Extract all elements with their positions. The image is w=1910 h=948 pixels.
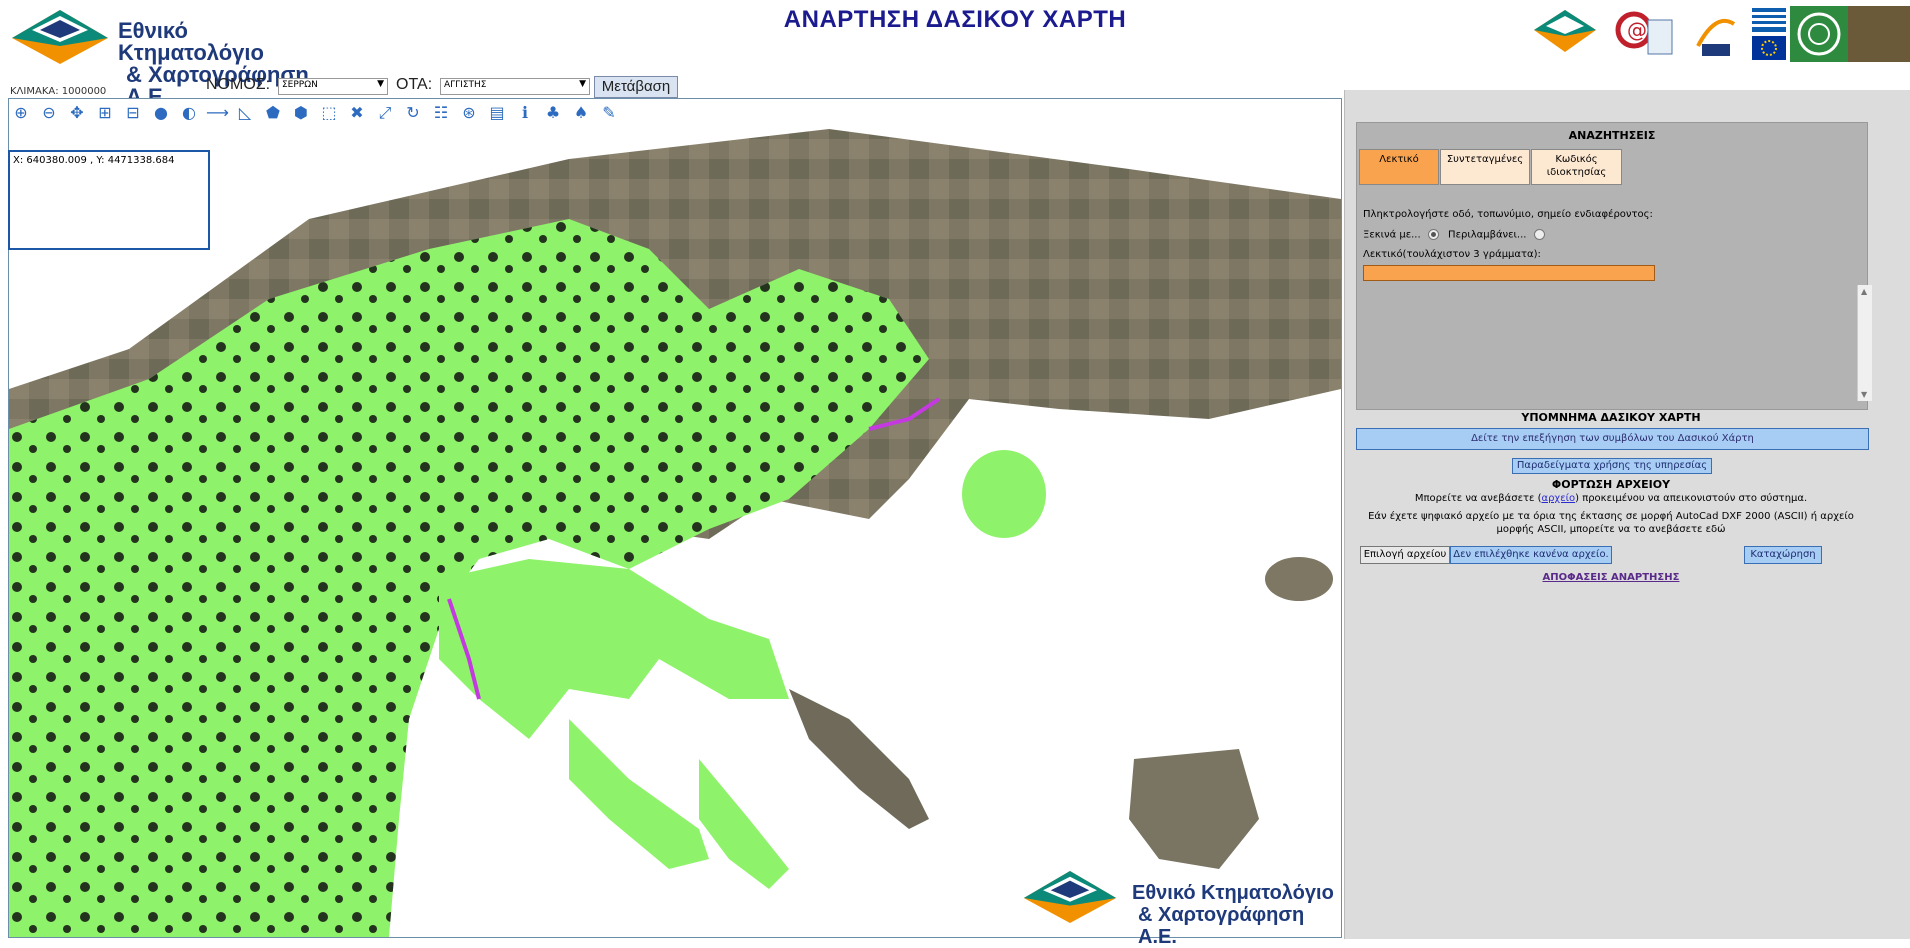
measure-distance-icon[interactable]: ⟶ [206,102,229,124]
select-icon[interactable]: ⬚ [318,102,340,124]
results-scrollbar[interactable]: ▲ ▼ [1857,285,1872,401]
layers-icon[interactable]: ▤ [486,102,508,124]
upload-text-after: ) προκειμένου να απεικονιστούν στο σύστη… [1575,493,1808,504]
partner-logos: @ [1530,2,1910,66]
search-field-label: Λεκτικό(τουλάχιστον 3 γράμματα): [1363,249,1541,260]
zoom-box-icon[interactable]: ⊞ [94,102,116,124]
upload-file-link[interactable]: αρχείο [1541,493,1575,504]
tree-icon[interactable]: ♠ [570,102,592,124]
measure-angle-icon[interactable]: ◺ [234,102,256,124]
coordinates-box: X: 640380.009 , Y: 4471338.684 [8,150,210,250]
tab-text-search[interactable]: Λεκτικό [1359,149,1439,185]
information-society-logo-icon: @ [1615,11,1673,55]
upload-instructions: Εάν έχετε ψηφιακό αρχείο με τα όρια της … [1356,510,1866,536]
upload-instructions-line2: μορφής ASCII, μπορείτε να το ανεβάσετε ε… [1496,524,1726,535]
forest-tree-icon[interactable]: ♣ [542,102,564,124]
go-button[interactable]: Μετάβαση [594,76,678,98]
pan-icon[interactable]: ✥ [66,102,88,124]
coordinates-readout: X: 640380.009 , Y: 4471338.684 [13,155,175,166]
tab-parcel-line1: Κωδικός [1555,154,1598,165]
greece-eu-flags-icon [1752,8,1786,60]
file-status: Δεν επιλέχθηκε κανένα αρχείο. [1450,546,1612,564]
search-panel: ΑΝΑΖΗΤΗΣΕΙΣ Λεκτικό Συντεταγμένες Κωδικό… [1356,122,1872,410]
map-watermark-logo: Εθνικό Κτηματολόγιο & Χαρτογράφηση Α.Ε. [1020,868,1345,948]
upload-description: Μπορείτε να ανεβάσετε (αρχείο) προκειμέν… [1356,493,1866,504]
choose-file-button[interactable]: Επιλογή αρχείου [1360,546,1450,564]
clear-icon[interactable]: ✖ [346,102,368,124]
examples-button[interactable]: Παραδείγματα χρήσης της υπηρεσίας [1512,458,1712,474]
ota-select-value: ΑΓΓΙΣΤΗΣ [444,80,487,90]
svg-text:@: @ [1627,18,1647,42]
chevron-down-icon: ▼ [377,79,384,89]
polygon-icon[interactable]: ⬟ [262,102,284,124]
broom-icon[interactable]: ✎ [598,102,620,124]
search-mode-row: Ξεκινά με... Περιλαμβάνει... [1363,229,1551,241]
map-toolbar: ⊕ ⊖ ✥ ⊞ ⊟ ● ◐ ⟶ ◺ ⬟ ⬢ ⬚ ✖ ⤢ ↻ ☷ ⊛ ▤ ℹ ♣ ♠ ✎ [10,102,630,128]
watermark-line2: & Χαρτογράφηση Α.Ε. [1138,904,1305,948]
user-locate-icon[interactable]: ● [150,102,172,124]
scroll-down-icon[interactable]: ▼ [1861,390,1867,399]
scale-label: ΚΛΙΜΑΚΑ: 1000000 [10,86,107,97]
search-hint: Πληκτρολογήστε οδό, τοπωνύμιο, σημείο εν… [1363,209,1653,220]
upload-text-before: Μπορείτε να ανεβάσετε ( [1414,493,1542,504]
polygon-xy-icon[interactable]: ⬢ [290,102,312,124]
search-title: ΑΝΑΖΗΤΗΣΕΙΣ [1568,129,1656,142]
xy-goto-icon[interactable]: ⊛ [458,102,480,124]
zoom-in-icon[interactable]: ⊕ [10,102,32,124]
ota-select[interactable]: ΑΓΓΙΣΤΗΣ ▼ [440,78,590,95]
zoom-out-icon[interactable]: ⊖ [38,102,60,124]
search-input[interactable] [1363,265,1655,281]
ktimatologio-small-logo-icon [1534,10,1596,52]
scroll-up-icon[interactable]: ▲ [1861,287,1867,296]
search-results [1363,286,1859,400]
globe-icon[interactable]: ◐ [178,102,200,124]
legend-button[interactable]: Δείτε την επεξήγηση των συμβόλων του Δασ… [1356,428,1869,450]
starts-with-radio[interactable] [1427,229,1439,240]
upload-instructions-line1: Εάν έχετε ψηφιακό αρχείο με τα όρια της … [1368,511,1854,522]
watermark-line1: Εθνικό Κτηματολόγιο [1132,882,1334,904]
snap-icon[interactable]: ⤢ [374,102,396,124]
ellada-2008-logo-icon [1696,18,1736,56]
tab-parcel-line2: ιδιοκτησίας [1546,167,1607,178]
zoom-extent-icon[interactable]: ⊟ [122,102,144,124]
submit-button[interactable]: Καταχώρηση [1744,546,1822,564]
tab-coordinates[interactable]: Συντεταγμένες [1440,149,1530,185]
upload-title: ΦΟΡΤΩΣΗ ΑΡΧΕΙΟΥ [1551,478,1671,491]
xy-input-icon[interactable]: ☷ [430,102,452,124]
ktimatologio-watermark-icon [1023,871,1117,923]
nomos-select-value: ΣΕΡΡΩΝ [282,80,318,90]
refresh-icon[interactable]: ↻ [402,102,424,124]
legend-title: ΥΠΟΜΝΗΜΑ ΔΑΣΙΚΟΥ ΧΑΡΤΗ [1521,411,1701,424]
info-icon[interactable]: ℹ [514,102,536,124]
chevron-down-icon: ▼ [579,79,586,89]
ota-label: ΟΤΑ: [396,76,433,93]
decisions-link[interactable]: ΑΠΟΦΑΣΕΙΣ ΑΝΑΡΤΗΣΗΣ [1356,572,1866,583]
nomos-label: ΝΟΜΟΣ: [206,76,271,93]
contains-label: Περιλαμβάνει... [1448,229,1527,241]
nomos-select[interactable]: ΣΕΡΡΩΝ ▼ [278,78,388,95]
tab-parcel-code[interactable]: Κωδικός ιδιοκτησίας [1531,149,1622,185]
contains-radio[interactable] [1533,229,1545,240]
ministry-environment-logo-icon [1790,6,1910,62]
starts-with-label: Ξεκινά με... [1363,229,1421,241]
